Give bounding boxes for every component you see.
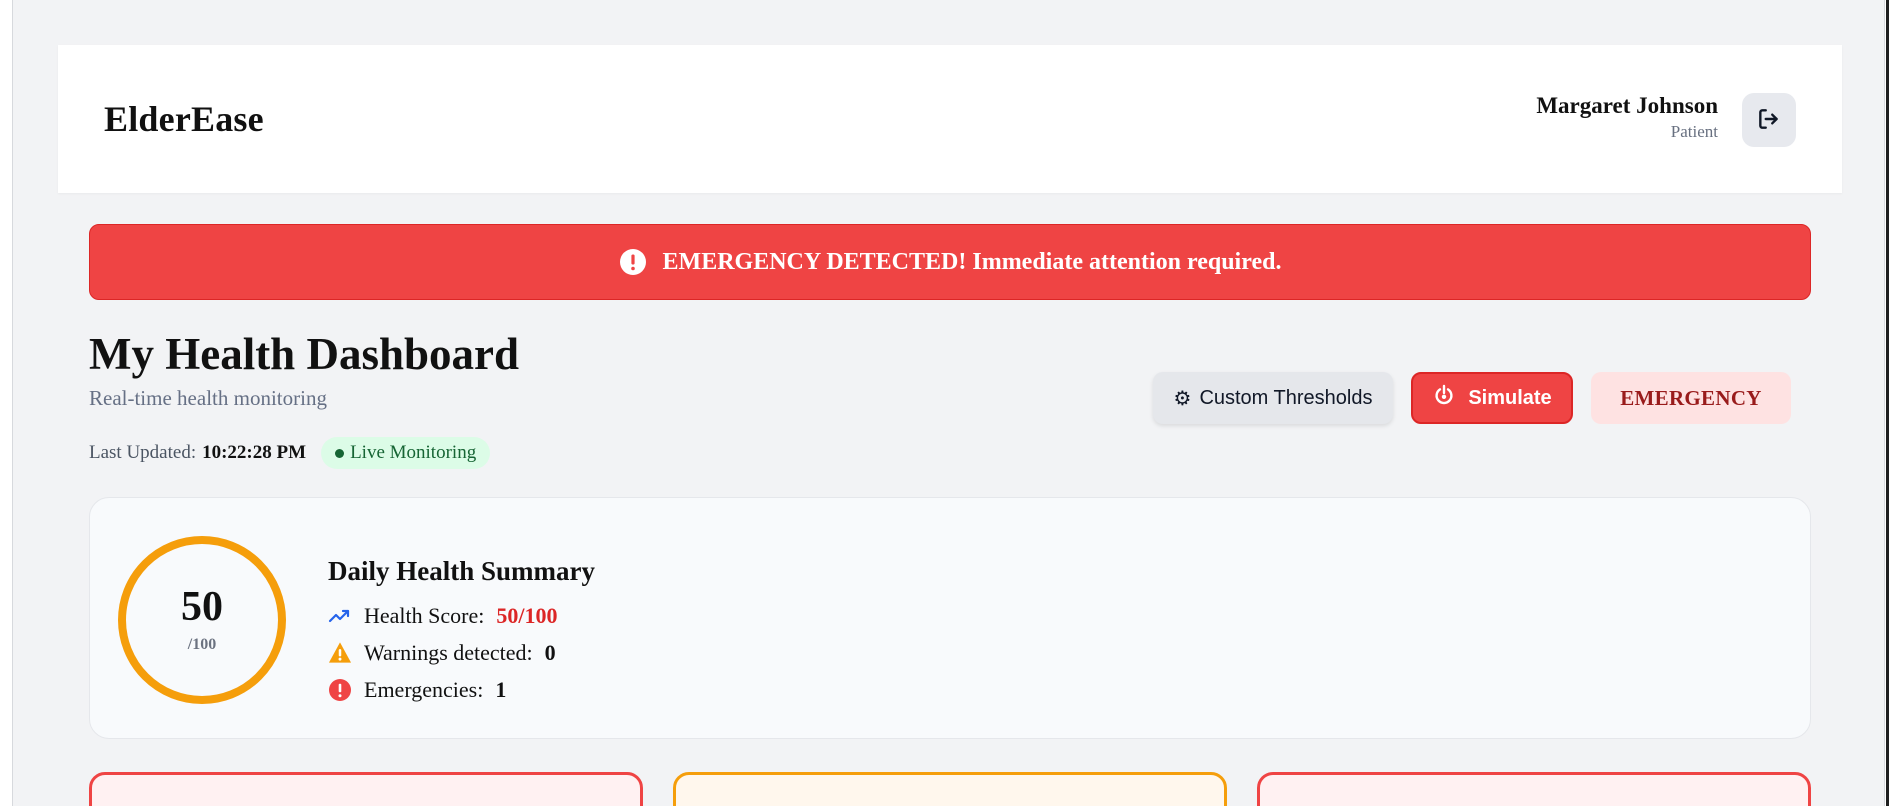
emergency-alert-icon bbox=[328, 678, 352, 702]
health-score-value: 50 bbox=[181, 584, 223, 630]
settings-gear-icon: ⚙ bbox=[1173, 387, 1192, 410]
logout-icon bbox=[1756, 106, 1782, 135]
emergency-alert-text: EMERGENCY DETECTED! Immediate attention … bbox=[662, 248, 1282, 275]
simulate-button[interactable]: Simulate bbox=[1411, 372, 1573, 424]
warnings-row: Warnings detected: 0 bbox=[328, 638, 557, 667]
last-updated-time: 10:22:28 PM bbox=[202, 442, 307, 463]
emergency-alert-banner: EMERGENCY DETECTED! Immediate attention … bbox=[89, 224, 1811, 300]
live-status-dot bbox=[335, 448, 345, 458]
logout-button[interactable] bbox=[1742, 93, 1796, 147]
vital-card-right[interactable] bbox=[1257, 772, 1811, 806]
vital-card-left[interactable] bbox=[89, 772, 643, 806]
emergencies-row: Emergencies: 1 bbox=[328, 675, 557, 704]
simulate-label: Simulate bbox=[1468, 386, 1552, 409]
app-logo-text: ElderEase bbox=[104, 99, 264, 139]
emergencies-value: 1 bbox=[495, 676, 507, 702]
last-updated-label: Last Updated: bbox=[89, 442, 197, 463]
health-score-label: Health Score: bbox=[364, 602, 485, 628]
health-score-max: /100 bbox=[187, 636, 217, 653]
health-score-ring: 50 /100 bbox=[118, 536, 286, 704]
top-navigation-bar: ElderEase Margaret Johnson Patient bbox=[58, 45, 1842, 193]
last-updated-status: Last Updated: 10:22:28 PM Live Monitorin… bbox=[89, 437, 491, 469]
user-name: Margaret Johnson bbox=[1536, 93, 1718, 118]
warning-icon bbox=[328, 641, 352, 665]
custom-thresholds-label: Custom Thresholds bbox=[1199, 386, 1373, 409]
warnings-value: 0 bbox=[544, 639, 556, 665]
window-scrollbar-edge bbox=[1886, 0, 1889, 806]
power-icon bbox=[1432, 383, 1456, 413]
page-title: My Health Dashboard bbox=[89, 329, 520, 379]
trending-up-icon bbox=[328, 604, 352, 628]
emergencies-label: Emergencies: bbox=[364, 676, 484, 702]
daily-health-summary-card: 50 /100 Daily Health Summary Health Scor… bbox=[89, 497, 1811, 739]
user-role: Patient bbox=[1670, 122, 1718, 142]
warnings-label: Warnings detected: bbox=[364, 639, 533, 665]
live-monitoring-text: Live Monitoring bbox=[350, 442, 477, 463]
custom-thresholds-button[interactable]: ⚙ Custom Thresholds bbox=[1153, 372, 1393, 424]
user-profile: Margaret Johnson Patient bbox=[1536, 93, 1718, 142]
summary-metrics-list: Health Score: 50/100 Warnings detected: … bbox=[328, 601, 557, 704]
app-page: ElderEase Margaret Johnson Patient EMERG… bbox=[12, 0, 1885, 806]
alert-circle-icon bbox=[619, 248, 647, 276]
health-score-summary-value: 50/100 bbox=[496, 602, 558, 628]
vital-card-middle[interactable] bbox=[673, 772, 1227, 806]
health-score-row: Health Score: 50/100 bbox=[328, 601, 557, 630]
page-subtitle: Real-time health monitoring bbox=[89, 386, 327, 410]
daily-health-summary-title: Daily Health Summary bbox=[328, 556, 595, 586]
live-monitoring-badge: Live Monitoring bbox=[321, 437, 491, 469]
emergency-status-badge: EMERGENCY bbox=[1591, 372, 1791, 424]
dashboard-actions: ⚙ Custom Thresholds Simulate EMERGENCY bbox=[1153, 372, 1791, 424]
